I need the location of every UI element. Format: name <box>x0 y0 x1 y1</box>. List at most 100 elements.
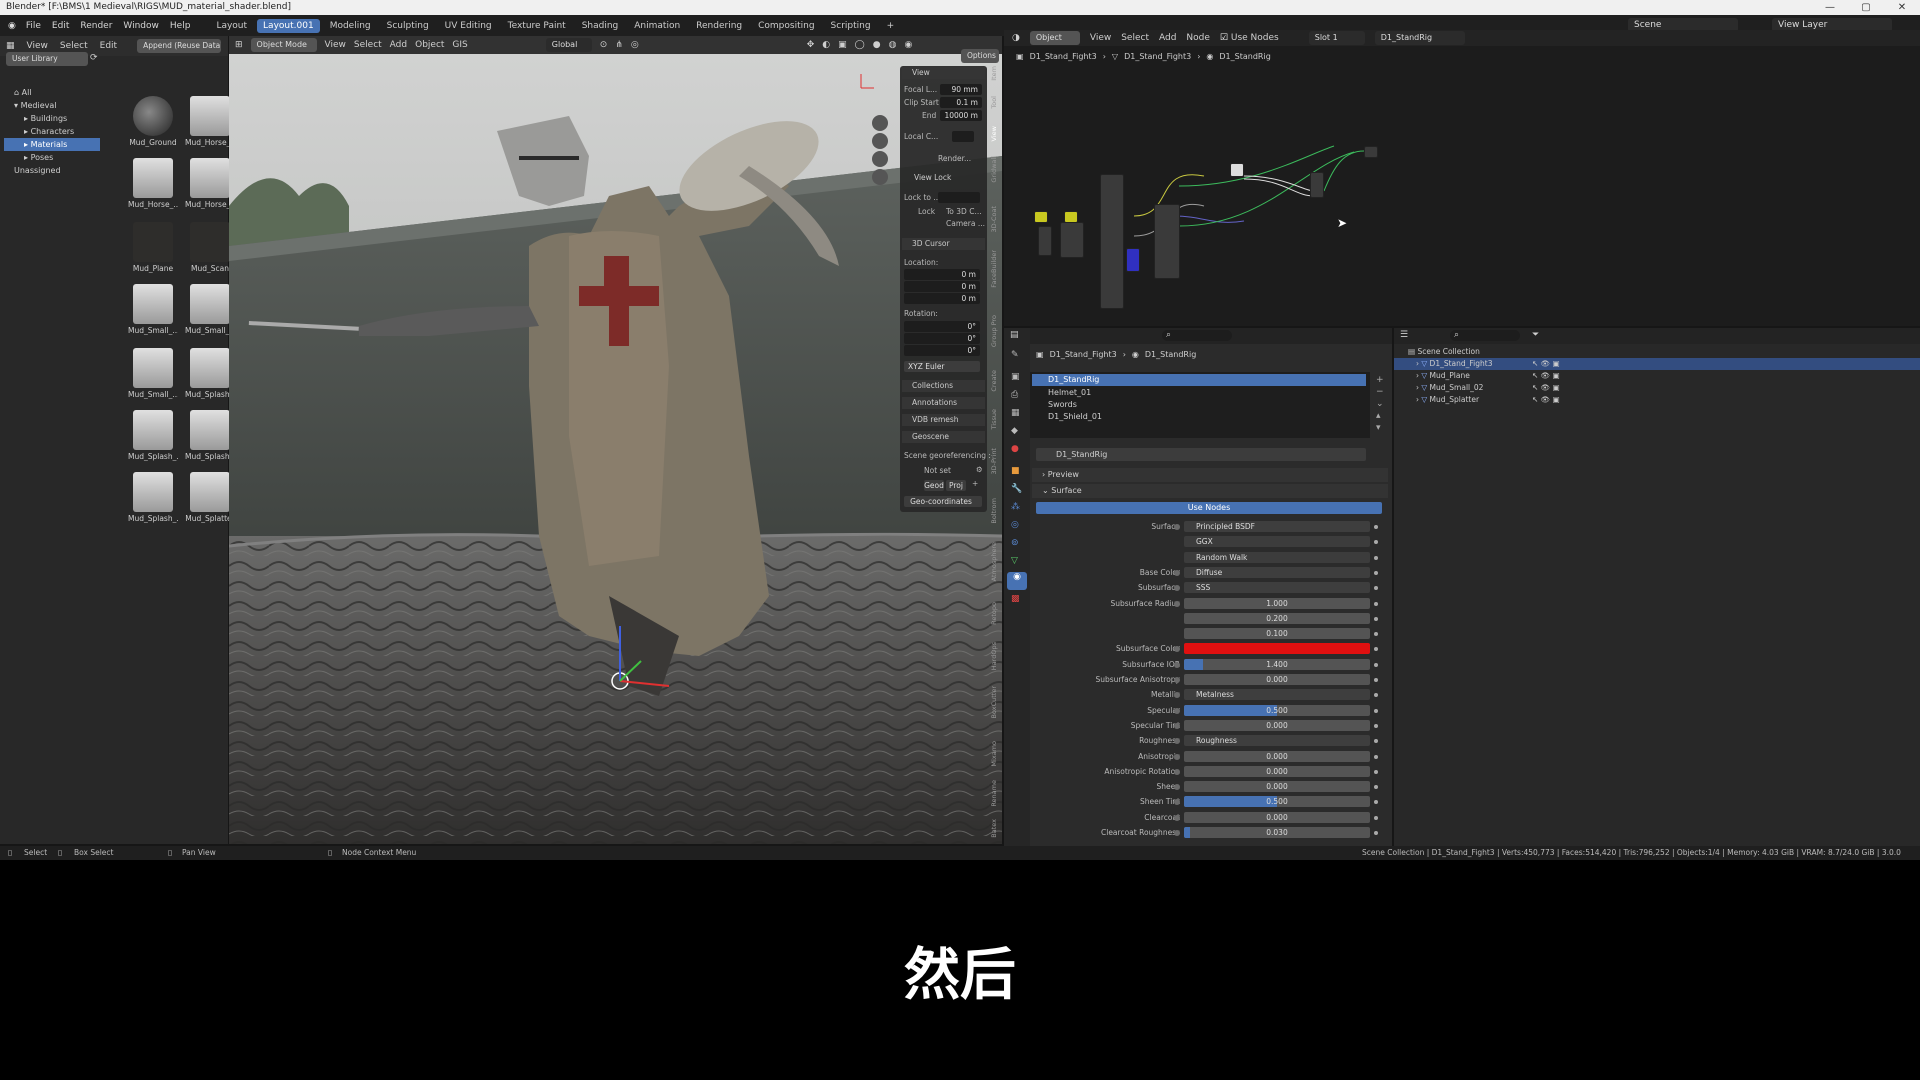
math-node[interactable] <box>1038 226 1052 256</box>
texture-tab-icon[interactable]: ▩ <box>1011 594 1020 604</box>
move-up-icon[interactable]: ▴ <box>1376 410 1384 422</box>
sidebar-tab-item[interactable]: Item <box>990 66 1002 81</box>
socket-link-icon[interactable] <box>1174 830 1180 836</box>
numeric-field[interactable]: 0.000 <box>1184 750 1370 762</box>
menu-edit[interactable]: Edit <box>52 21 69 31</box>
socket-link-icon[interactable] <box>1174 814 1180 821</box>
chevron-down-icon[interactable]: ⌄ <box>1376 398 1384 410</box>
sidebar-tab-3d-coat[interactable]: 3D-Coat <box>990 206 1002 233</box>
asset-thumbnail[interactable] <box>133 222 173 262</box>
numeric-field[interactable]: 0.000 <box>1184 811 1370 823</box>
asset-thumbnail[interactable] <box>133 348 173 388</box>
panel-3d-cursor-header[interactable]: 3D Cursor <box>902 238 985 250</box>
menu-view[interactable]: View <box>1090 33 1111 43</box>
editor-type-icon[interactable]: ▦ <box>6 41 15 51</box>
asset-thumbnail[interactable] <box>190 348 230 388</box>
use-nodes-checkbox[interactable]: ☑ Use Nodes <box>1220 33 1279 43</box>
outliner-search-input[interactable]: ⌕ <box>1450 330 1520 341</box>
sidebar-tab-atmosphere[interactable]: Atmosphere <box>990 542 1002 581</box>
sidebar-tab-gridwall[interactable]: Gridwall <box>990 156 1002 183</box>
object-tab-icon[interactable]: ■ <box>1011 466 1020 476</box>
menu-window[interactable]: Window <box>123 21 159 31</box>
asset-thumbnail[interactable] <box>133 472 173 512</box>
outliner-item-mud-splatter[interactable]: › ▽ Mud_Splatter ↖ 👁 ▣ <box>1394 394 1920 406</box>
linked-input-field[interactable]: SSS <box>1184 582 1370 594</box>
numeric-field[interactable]: 0.030 <box>1184 827 1370 838</box>
sidebar-tab-view[interactable]: View <box>990 126 1002 141</box>
orientation-dropdown[interactable]: Global <box>545 38 592 52</box>
outliner-item-d1-stand-fight3[interactable]: › ▽ D1_Stand_Fight3 ↖ 👁 ▣ <box>1394 358 1920 370</box>
enum-dropdown[interactable]: Random Walk <box>1184 551 1370 563</box>
mix-shader-node[interactable] <box>1310 172 1324 198</box>
material-tab-icon[interactable]: ◉ <box>1007 572 1027 590</box>
cursor-loc-x[interactable]: 0 m <box>904 269 980 280</box>
asset-thumbnail[interactable] <box>190 472 230 512</box>
panel-vdb-remesh-header[interactable]: VDB remesh <box>902 414 985 426</box>
keyframe-dot-icon[interactable] <box>1374 693 1378 698</box>
material-name-field[interactable]: D1_StandRig <box>1036 448 1366 461</box>
snap-icon[interactable]: ⋔ <box>615 40 623 50</box>
menu-add[interactable]: Add <box>1159 33 1176 43</box>
keyframe-dot-icon[interactable] <box>1374 555 1378 560</box>
lock-camera-checkbox[interactable]: Camera ... <box>946 219 985 228</box>
numeric-field[interactable]: 1.400 <box>1184 658 1370 670</box>
3d-viewport[interactable] <box>229 36 1002 844</box>
catalog-buildings[interactable]: ▸ Buildings <box>4 112 100 125</box>
menu-object[interactable]: Object <box>415 40 444 50</box>
tab-texture-paint[interactable]: Texture Paint <box>502 19 572 33</box>
tab-modeling[interactable]: Modeling <box>324 19 377 33</box>
overlay-icon[interactable]: ◐ <box>822 40 830 50</box>
add-slot-icon[interactable]: + <box>1376 374 1384 386</box>
keyframe-dot-icon[interactable] <box>1374 616 1378 621</box>
cursor-rot-x[interactable]: 0° <box>904 321 980 332</box>
numeric-field[interactable]: 0.000 <box>1184 765 1370 777</box>
options-button[interactable]: Options <box>961 49 999 63</box>
world-tab-icon[interactable]: ● <box>1011 444 1019 454</box>
linked-input-field[interactable]: Diffuse <box>1184 566 1370 578</box>
editor-type-icon[interactable]: ▤ <box>1010 330 1019 340</box>
catalog-unassigned[interactable]: Unassigned <box>4 164 100 177</box>
catalog-materials[interactable]: ▸ Materials <box>4 138 100 151</box>
keyframe-dot-icon[interactable] <box>1374 769 1378 774</box>
menu-add[interactable]: Add <box>390 40 407 50</box>
tab-compositing[interactable]: Compositing <box>752 19 820 33</box>
socket-link-icon[interactable] <box>1174 722 1180 729</box>
tab-sculpting[interactable]: Sculpting <box>381 19 435 33</box>
focal-length-field[interactable]: 90 mm <box>940 84 982 95</box>
view-layer-tab-icon[interactable]: ▦ <box>1011 408 1020 418</box>
linked-input-field[interactable]: Principled BSDF <box>1184 521 1370 532</box>
cursor-loc-y[interactable]: 0 m <box>904 281 980 292</box>
filter-icon[interactable]: ⏷ <box>1532 330 1539 340</box>
tab-rendering[interactable]: Rendering <box>690 19 748 33</box>
keyframe-dot-icon[interactable] <box>1374 540 1378 545</box>
numeric-field[interactable]: 0.500 <box>1184 796 1370 808</box>
sidebar-tab-boxcutter[interactable]: BoxCutter <box>990 686 1002 719</box>
search-input[interactable]: ⌕ <box>1162 330 1232 341</box>
editor-type-icon[interactable]: ☰ <box>1400 330 1408 340</box>
keyframe-dot-icon[interactable] <box>1374 678 1378 682</box>
node-editor-canvas[interactable]: ▣ D1_Stand_Fight3 › ▽ D1_Stand_Fight3 › ◉ D… <box>1004 46 1920 326</box>
lock-to-object-field[interactable] <box>938 192 980 203</box>
xray-icon[interactable]: ▣ <box>838 40 847 50</box>
slot-dropdown[interactable]: Slot 1 <box>1308 31 1365 45</box>
refresh-icon[interactable]: ⟳ <box>90 53 98 63</box>
slot-shield[interactable]: D1_Shield_01 <box>1032 411 1366 423</box>
close-icon[interactable]: ✕ <box>1884 0 1920 15</box>
enum-dropdown[interactable]: GGX <box>1184 536 1370 548</box>
proj-button[interactable]: Proj <box>946 480 966 491</box>
library-dropdown[interactable]: User Library <box>6 52 88 66</box>
panel-view-lock-header[interactable]: View Lock <box>902 172 985 184</box>
remove-slot-icon[interactable]: − <box>1376 386 1384 398</box>
panel-annotations-header[interactable]: Annotations <box>902 397 985 409</box>
numeric-field[interactable]: 0.100 <box>1184 628 1370 640</box>
add-workspace-icon[interactable]: + <box>881 19 901 33</box>
constraints-tab-icon[interactable]: ⊚ <box>1011 538 1019 548</box>
clip-start-field[interactable]: 0.1 m <box>940 97 982 108</box>
material-selector[interactable]: D1_StandRig <box>1374 31 1465 45</box>
render-region-checkbox[interactable]: Render... <box>938 154 971 163</box>
particles-tab-icon[interactable]: ⁂ <box>1011 502 1020 512</box>
data-tab-icon[interactable]: ▽ <box>1011 556 1018 566</box>
geo-coordinates-button[interactable]: Geo-coordinates <box>904 496 982 507</box>
menu-view[interactable]: View <box>27 41 48 51</box>
numeric-field[interactable]: 0.000 <box>1184 719 1370 731</box>
